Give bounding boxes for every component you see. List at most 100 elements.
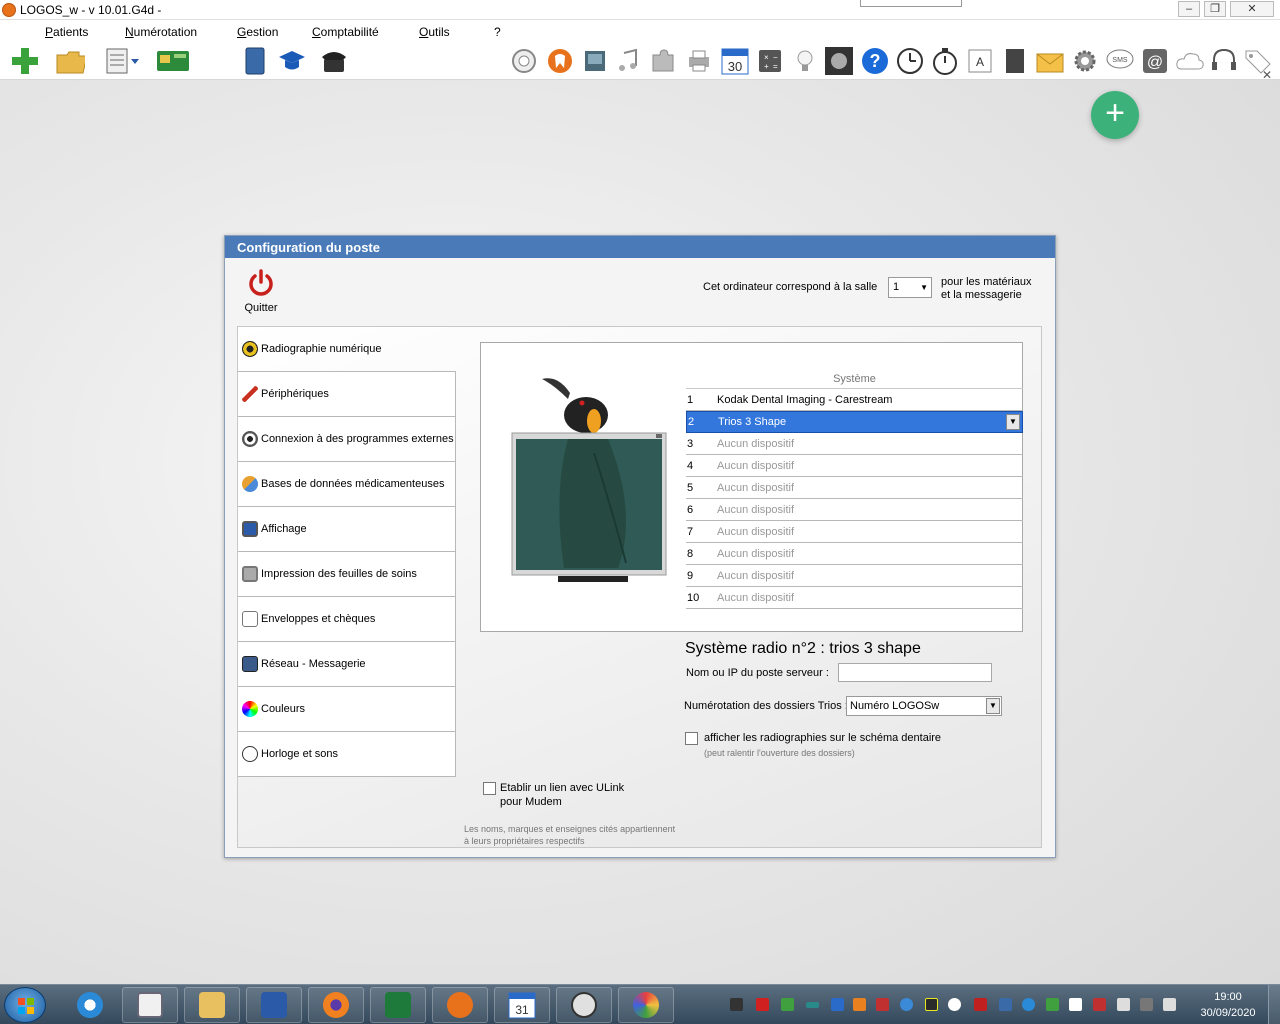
sms-icon[interactable]: SMS [1105,46,1135,76]
table-row[interactable]: 9 Aucun dispositif [686,565,1023,587]
taskbar-ie[interactable] [62,987,118,1023]
at-sign-icon[interactable]: @ [1140,46,1170,76]
server-input[interactable] [838,663,992,682]
tray-monitor-icon[interactable] [925,998,938,1011]
calculator-icon[interactable]: × − + = [755,46,785,76]
show-desktop-button[interactable] [1268,985,1280,1024]
scanner-icon[interactable] [580,46,610,76]
tooth-logo-icon[interactable] [545,46,575,76]
taskbar-firefox[interactable] [308,987,364,1023]
menu-help[interactable]: ? [494,25,501,39]
show-radios-checkbox[interactable] [685,732,698,745]
taskbar-explorer[interactable] [184,987,240,1023]
nav-item-connexion[interactable]: Connexion à des programmes externes [238,417,456,462]
quit-button[interactable]: Quitter [241,268,281,314]
ulink-checkbox[interactable] [483,782,496,795]
nav-item-horloge[interactable]: Horloge et sons [238,732,456,777]
taskbar-logos[interactable] [432,987,488,1023]
minimize-button[interactable]: ‒ [1178,1,1200,17]
cloud-icon[interactable] [1175,46,1205,76]
lifebuoy-icon[interactable] [509,46,539,76]
tray-app-icon[interactable] [853,998,866,1011]
chevron-down-icon[interactable]: ▼ [1006,414,1020,430]
floating-add-button[interactable]: + [1091,91,1139,139]
add-patient-icon[interactable] [10,46,40,76]
taskbar-clock[interactable]: 19:00 30/09/2020 [1192,989,1264,1021]
tray-circle-icon[interactable] [948,998,961,1011]
table-row[interactable]: 3 Aucun dispositif [686,433,1023,455]
volume-muted-icon[interactable] [1163,998,1176,1011]
table-row[interactable]: 6 Aucun dispositif [686,499,1023,521]
tray-shield-icon[interactable] [876,998,889,1011]
tray-sync-icon[interactable] [781,998,794,1011]
tray-green-icon[interactable] [1046,998,1059,1011]
menu-patients[interactable]: Patients [45,25,88,39]
nav-item-enveloppes[interactable]: Enveloppes et chèques [238,597,456,642]
close-button[interactable]: ✕ [1230,1,1274,17]
table-row[interactable]: 5 Aucun dispositif [686,477,1023,499]
table-row[interactable]: 1 Kodak Dental Imaging - Carestream [686,389,1023,411]
menu-numerotation[interactable]: Numérotation [125,25,197,39]
taskbar-calendar[interactable]: 31 [494,987,550,1023]
list-dropdown-icon[interactable] [128,46,142,76]
nav-item-radiographie[interactable]: Radiographie numérique [238,327,456,372]
table-row[interactable]: 4 Aucun dispositif [686,455,1023,477]
font-icon[interactable]: A [965,46,995,76]
tray-skype-icon[interactable] [900,998,913,1011]
tray-teamviewer-icon[interactable] [1022,998,1035,1011]
taskbar-paint[interactable] [618,987,674,1023]
lightbulb-icon[interactable] [790,46,820,76]
tray-display-icon[interactable] [1140,998,1153,1011]
menu-gestion[interactable]: Gestion [237,25,278,39]
nav-item-peripheriques[interactable]: Périphériques [238,372,456,417]
tray-flag-icon[interactable] [1117,998,1130,1011]
nav-item-impression[interactable]: Impression des feuilles de soins [238,552,456,597]
open-folder-icon[interactable] [55,46,85,76]
nav-item-reseau[interactable]: Réseau - Messagerie [238,642,456,687]
taskbar-word[interactable] [246,987,302,1023]
salle-select[interactable]: 1 ▼ [888,277,932,298]
taskbar-app-badge[interactable] [556,987,612,1023]
numbering-select[interactable]: Numéro LOGOSw ▼ [846,696,1002,716]
gear-icon[interactable] [1070,46,1100,76]
nav-item-bases-donnees[interactable]: Bases de données médicamenteuses [238,462,456,507]
table-row-selected[interactable]: 2 Trios 3 Shape ▼ [686,411,1023,433]
table-row[interactable]: 8 Aucun dispositif [686,543,1023,565]
vitale-card-icon[interactable] [156,46,190,76]
tray-alert-icon[interactable] [756,998,769,1011]
graduation-cap-icon[interactable] [277,46,307,76]
telephone-icon[interactable] [319,46,349,76]
headset-icon[interactable] [1209,46,1239,76]
nav-item-affichage[interactable]: Affichage [238,507,456,552]
restore-button[interactable]: ❐ [1204,1,1226,17]
taskbar-document[interactable] [122,987,178,1023]
document-dark-icon[interactable] [1000,46,1030,76]
puzzle-icon[interactable] [648,46,678,76]
xray-image-icon[interactable] [824,46,854,76]
row-number: 1 [687,393,694,406]
tray-arrow-icon[interactable] [831,998,844,1011]
email-envelope-icon[interactable] [1035,46,1065,76]
music-note-icon[interactable] [613,46,643,76]
start-button[interactable] [4,987,46,1023]
tray-bar-icon[interactable] [806,1002,819,1008]
taskbar-excel[interactable] [370,987,426,1023]
tools-icon[interactable]: ✕ [1262,68,1276,82]
tray-slack-icon[interactable] [730,998,743,1011]
tray-usb-icon[interactable] [1069,998,1082,1011]
help-icon[interactable]: ? [860,46,890,76]
table-row[interactable]: 10 Aucun dispositif [686,587,1023,609]
systems-table-header: Système [686,368,1023,389]
tray-red-icon[interactable] [974,998,987,1011]
menu-comptabilite[interactable]: Comptabilité [312,25,379,39]
tray-red-cross-icon[interactable] [1093,998,1106,1011]
table-row[interactable]: 7 Aucun dispositif [686,521,1023,543]
tray-network-icon[interactable] [999,998,1012,1011]
printer-toolbar-icon[interactable] [684,46,714,76]
nav-item-couleurs[interactable]: Couleurs [238,687,456,732]
book-icon[interactable] [240,46,270,76]
clock-toolbar-icon[interactable] [895,46,925,76]
menu-outils[interactable]: Outils [419,25,450,39]
calendar-icon[interactable]: 30 [720,46,750,76]
stopwatch-icon[interactable] [930,46,960,76]
